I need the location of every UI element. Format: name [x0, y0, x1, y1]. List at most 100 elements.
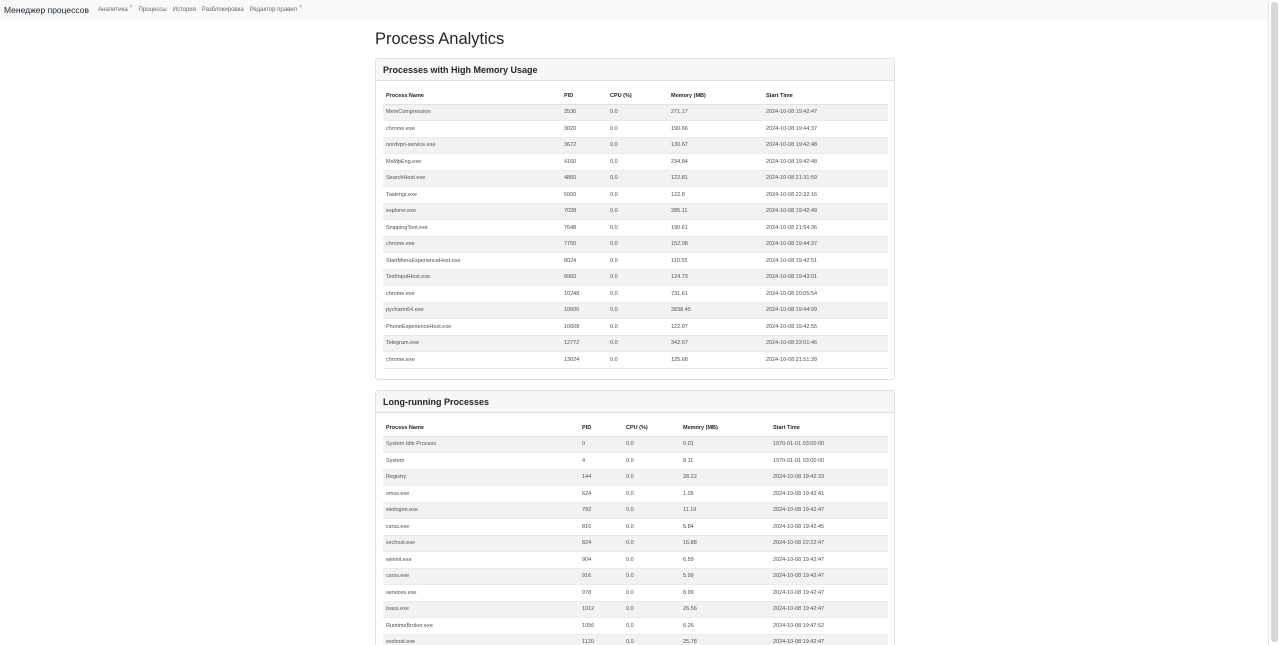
column-header: Start Time: [770, 420, 888, 437]
table-cell: 0.0: [607, 351, 668, 369]
long-running-card: Long-running Processes Process Name PID …: [375, 390, 895, 645]
nav-item-label: Аналитика: [98, 7, 128, 13]
table-cell: 8.11: [680, 452, 770, 470]
long-running-table-body: System Idle Process 0 0.0 0.01 1970-01-01 03…: [383, 436, 888, 645]
table-cell: 7700: [561, 236, 607, 253]
table-cell: svchost.exe: [383, 535, 579, 552]
table-cell: 2024-10-08 20:05:54: [763, 285, 888, 303]
table-row: services.exe 978 0.0 8.99 2024-10-08 19:42:4…: [383, 584, 888, 602]
table-cell: 190.61: [668, 219, 763, 237]
table-cell: 624: [579, 485, 623, 503]
nav-item-processes[interactable]: Процессы: [139, 7, 167, 13]
table-cell: 122.81: [668, 170, 763, 187]
table-header-row: Process Name PID CPU (%) Memory (MB) Sta…: [383, 420, 888, 437]
table-row: SearchHost.exe 4860 0.0 122.81 2024-10-08 21…: [383, 170, 888, 187]
table-cell: 824: [579, 535, 623, 552]
table-cell: 0.0: [607, 236, 668, 253]
table-cell: services.exe: [383, 584, 579, 602]
table-cell: 2024-10-08 19:42:55: [763, 318, 888, 336]
table-cell: 3020: [561, 120, 607, 138]
table-cell: 0.01: [680, 436, 770, 453]
high-memory-table: Process Name PID CPU (%) Memory (MB) Sta…: [383, 88, 888, 369]
table-cell: 1120: [579, 634, 623, 645]
table-cell: 904: [579, 551, 623, 569]
table-cell: 6.59: [680, 551, 770, 569]
table-cell: 13024: [561, 351, 607, 369]
table-cell: 12772: [561, 335, 607, 352]
table-cell: PhoneExperienceHost.exe: [383, 318, 561, 336]
nav-item-rules-editor[interactable]: Редактор правил ˄: [250, 4, 303, 13]
table-cell: 2024-10-08 19:42:47: [763, 104, 888, 121]
table-cell: System Idle Process: [383, 436, 579, 453]
high-memory-table-body: MemCompression 2536 0.0 271.17 2024-10-08 19…: [383, 104, 888, 369]
table-cell: 0.0: [607, 285, 668, 303]
table-cell: 2024-10-08 19:42:47: [770, 502, 888, 519]
nav-item-history[interactable]: История: [173, 7, 196, 13]
table-cell: 2024-10-08 19:42:47: [770, 634, 888, 645]
table-row: csrss.exe 916 0.0 5.99 2024-10-08 19:42:47: [383, 568, 888, 585]
table-cell: 0.0: [623, 436, 680, 453]
table-cell: 2024-10-08 19:42:47: [770, 568, 888, 585]
table-cell: 190.66: [668, 120, 763, 138]
table-cell: csrss.exe: [383, 568, 579, 585]
column-header: CPU (%): [607, 88, 668, 105]
table-cell: 2024-10-08 19:42:41: [770, 485, 888, 503]
table-cell: 0.0: [607, 137, 668, 154]
table-row: chrome.exe 13024 0.0 125.68 2024-10-08 21:51…: [383, 351, 888, 369]
scrollbar-thumb[interactable]: [1271, 2, 1278, 642]
table-cell: chrome.exe: [383, 236, 561, 253]
table-cell: 7648: [561, 219, 607, 237]
table-cell: 2536: [561, 104, 607, 121]
table-cell: 122.8: [668, 186, 763, 204]
nav-item-analytics[interactable]: Аналитика ˄: [98, 4, 133, 13]
table-row: SnippingTool.exe 7648 0.0 190.61 2024-10-08 …: [383, 219, 888, 237]
table-cell: 0.0: [623, 551, 680, 569]
nav-item-unblock[interactable]: Разблокировка: [202, 7, 244, 13]
table-cell: 122.97: [668, 318, 763, 336]
table-row: chrome.exe 10248 0.0 731.61 2024-10-08 20:05…: [383, 285, 888, 303]
table-cell: 0.0: [607, 252, 668, 270]
page-scrollbar[interactable]: [1268, 0, 1280, 645]
table-row: Taskmgr.exe 5000 0.0 122.8 2024-10-08 22:32:…: [383, 186, 888, 204]
long-running-card-body: Process Name PID CPU (%) Memory (MB) Sta…: [376, 413, 894, 645]
nav-item-label: Разблокировка: [201, 7, 244, 13]
table-cell: winlogon.exe: [383, 502, 579, 519]
table-cell: 271.17: [668, 104, 763, 121]
table-cell: 0.0: [607, 170, 668, 187]
table-cell: 0.0: [623, 469, 680, 486]
column-header: Start Time: [763, 88, 888, 105]
table-cell: 2024-10-08 19:44:09: [763, 302, 888, 319]
table-row: TextInputHost.exe 9960 0.0 124.73 2024-10-08…: [383, 269, 888, 286]
table-cell: 28.22: [680, 469, 770, 486]
table-cell: 0.0: [607, 269, 668, 286]
table-cell: StartMenuExperienceHost.exe: [383, 252, 561, 270]
table-cell: lsass.exe: [383, 601, 579, 618]
table-cell: 1056: [579, 617, 623, 635]
page-title: Process Analytics: [375, 30, 505, 48]
navbar-brand[interactable]: Менеджер процессов: [4, 5, 89, 15]
table-cell: 4: [579, 452, 623, 470]
table-cell: 5.99: [680, 568, 770, 585]
table-cell: 285.11: [668, 203, 763, 220]
caret-up-icon: ˄: [299, 4, 303, 10]
table-cell: 6.26: [680, 617, 770, 635]
table-cell: 2024-10-08 21:31:59: [763, 170, 888, 187]
table-cell: 2024-10-08 21:54:36: [763, 219, 888, 237]
table-cell: 16.88: [680, 535, 770, 552]
table-cell: 0.0: [623, 601, 680, 618]
nav-item-label: Процессы: [138, 7, 167, 13]
table-cell: 0.0: [623, 485, 680, 503]
table-cell: 234.84: [668, 153, 763, 171]
table-cell: chrome.exe: [383, 285, 561, 303]
table-row: wininit.exe 904 0.0 6.59 2024-10-08 19:42:47: [383, 551, 888, 569]
table-cell: 0.0: [607, 302, 668, 319]
table-cell: 0.0: [623, 518, 680, 536]
table-cell: 0.0: [607, 186, 668, 204]
table-cell: 130.67: [668, 137, 763, 154]
table-cell: 125.68: [668, 351, 763, 369]
table-cell: 792: [579, 502, 623, 519]
table-cell: 2024-10-08 19:47:52: [770, 617, 888, 635]
table-row: pycharm64.exe 10600 0.0 2838.45 2024-10-08 1…: [383, 302, 888, 319]
table-row: MsMpEng.exe 4160 0.0 234.84 2024-10-08 19:42…: [383, 153, 888, 171]
table-cell: 2838.45: [668, 302, 763, 319]
